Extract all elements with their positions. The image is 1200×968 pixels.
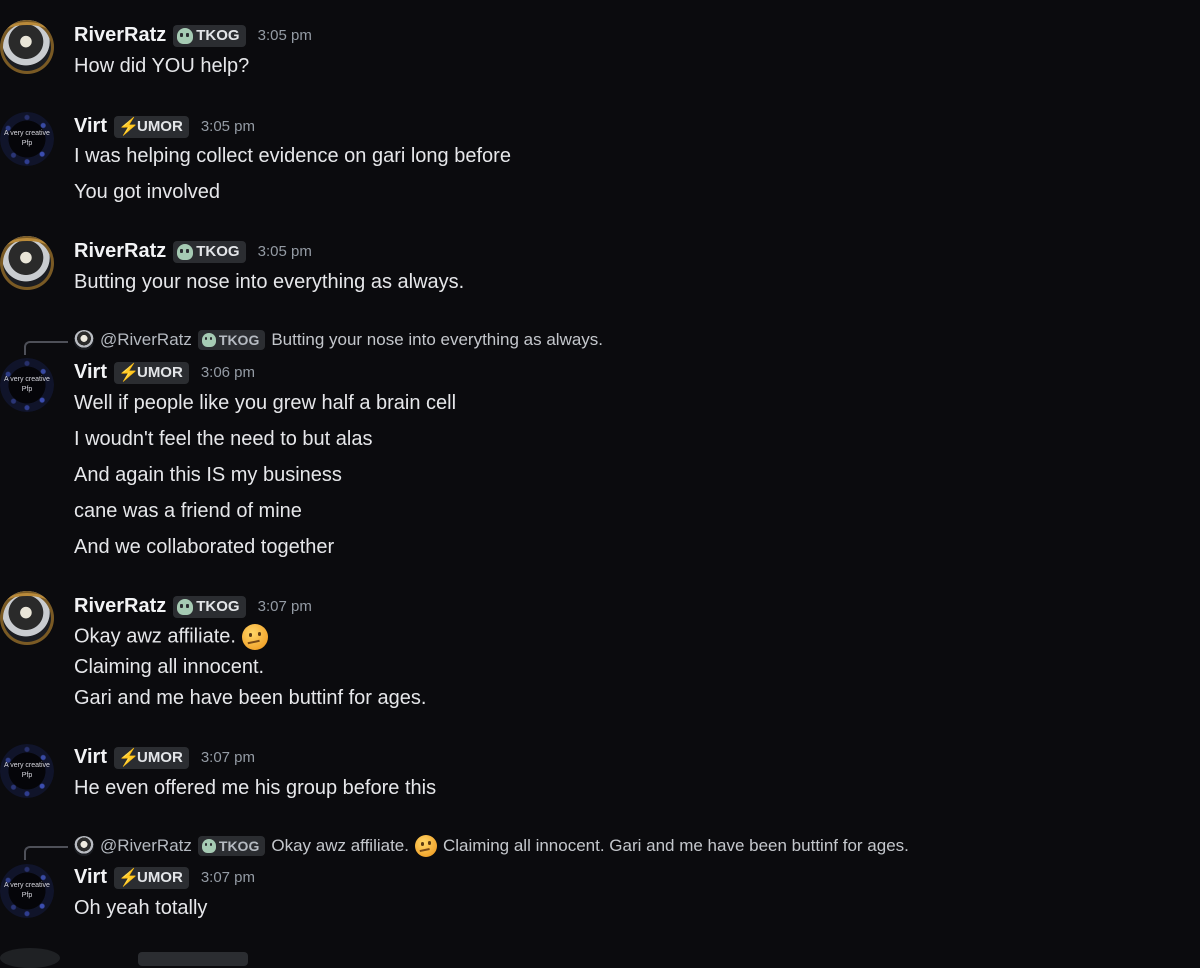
message-header: Virt ⚡ UMOR 3:06 pm	[74, 361, 255, 384]
avatar[interactable]: A very creative Pfp	[0, 864, 54, 918]
reply-spine	[24, 341, 68, 355]
reply-spine	[24, 846, 68, 860]
username[interactable]: RiverRatz	[74, 240, 166, 263]
skull-icon	[201, 839, 216, 853]
clan-tag[interactable]: ⚡ UMOR	[113, 866, 189, 889]
message-header: RiverRatz TKOG 3:07 pm	[74, 595, 312, 618]
message-text: I was helping collect evidence on gari l…	[74, 145, 511, 167]
message-text: Well if people like you grew half a brai…	[74, 392, 457, 414]
thinking-face-emoji[interactable]	[241, 624, 268, 650]
clan-tag: TKOG	[197, 330, 266, 350]
timestamp[interactable]: 3:05 pm	[258, 27, 312, 44]
reply-text: Okay awz affiliate.	[271, 836, 409, 855]
lightning-icon: ⚡	[117, 747, 140, 767]
timestamp[interactable]: 3:07 pm	[258, 598, 312, 615]
message-text: Oh yeah totally	[74, 897, 208, 919]
message-text: Claiming all innocent.	[74, 656, 265, 678]
username[interactable]: Virt	[74, 866, 107, 889]
message-text: And again this IS my business	[74, 464, 342, 486]
next-message-avatar-partial	[0, 948, 60, 968]
timestamp[interactable]: 3:07 pm	[201, 749, 255, 766]
username[interactable]: Virt	[74, 746, 107, 769]
lightning-icon: ⚡	[117, 867, 140, 887]
timestamp[interactable]: 3:06 pm	[201, 364, 255, 381]
username[interactable]: Virt	[74, 115, 107, 138]
reply-preview[interactable]: @RiverRatz TKOG Okay awz affiliate. Clai…	[74, 835, 909, 857]
message-text: Butting your nose into everything as alw…	[74, 271, 465, 293]
clan-tag[interactable]: ⚡ UMOR	[113, 361, 189, 384]
avatar[interactable]	[0, 591, 54, 645]
reply-avatar	[74, 330, 94, 350]
avatar[interactable]	[0, 236, 54, 290]
next-message-header-partial	[138, 952, 248, 966]
clan-tag[interactable]: TKOG	[173, 24, 246, 47]
skull-icon	[201, 333, 216, 347]
message-header: Virt ⚡ UMOR 3:05 pm	[74, 115, 255, 138]
timestamp[interactable]: 3:05 pm	[258, 243, 312, 260]
message-text: Gari and me have been buttinf for ages.	[74, 687, 427, 709]
message-header: RiverRatz TKOG 3:05 pm	[74, 240, 312, 263]
message-header: RiverRatz TKOG 3:05 pm	[74, 24, 312, 47]
timestamp[interactable]: 3:05 pm	[201, 118, 255, 135]
lightning-icon: ⚡	[117, 116, 140, 136]
avatar[interactable]	[0, 20, 54, 74]
reply-text: Claiming all innocent. Gari and me have …	[442, 836, 909, 855]
reply-avatar	[74, 836, 94, 856]
avatar[interactable]: A very creative Pfp	[0, 744, 54, 798]
message-text: I woudn't feel the need to but alas	[74, 428, 373, 450]
reply-mention[interactable]: @RiverRatz	[100, 836, 192, 856]
skull-icon	[177, 598, 194, 615]
reply-preview[interactable]: @RiverRatz TKOG Butting your nose into e…	[74, 330, 603, 350]
message-text: He even offered me his group before this	[74, 777, 437, 799]
message-header: Virt ⚡ UMOR 3:07 pm	[74, 746, 255, 769]
clan-tag[interactable]: TKOG	[173, 595, 246, 618]
avatar[interactable]: A very creative Pfp	[0, 358, 54, 412]
username[interactable]: Virt	[74, 361, 107, 384]
username[interactable]: RiverRatz	[74, 24, 166, 47]
thinking-face-emoji	[414, 835, 437, 857]
message-text: How did YOU help?	[74, 55, 250, 77]
clan-tag[interactable]: TKOG	[173, 240, 246, 263]
message-text: cane was a friend of mine	[74, 500, 302, 522]
clan-tag: TKOG	[197, 836, 266, 856]
message-header: Virt ⚡ UMOR 3:07 pm	[74, 866, 255, 889]
message-text: And we collaborated together	[74, 536, 335, 558]
timestamp[interactable]: 3:07 pm	[201, 869, 255, 886]
message-text: Okay awz affiliate.	[74, 624, 268, 650]
message-text: You got involved	[74, 181, 221, 203]
avatar[interactable]: A very creative Pfp	[0, 112, 54, 166]
username[interactable]: RiverRatz	[74, 595, 166, 618]
clan-tag[interactable]: ⚡ UMOR	[113, 746, 189, 769]
lightning-icon: ⚡	[117, 362, 140, 382]
reply-text: Butting your nose into everything as alw…	[271, 330, 604, 349]
clan-tag[interactable]: ⚡ UMOR	[113, 115, 189, 138]
reply-mention[interactable]: @RiverRatz	[100, 330, 192, 350]
skull-icon	[177, 27, 194, 44]
skull-icon	[177, 243, 194, 260]
